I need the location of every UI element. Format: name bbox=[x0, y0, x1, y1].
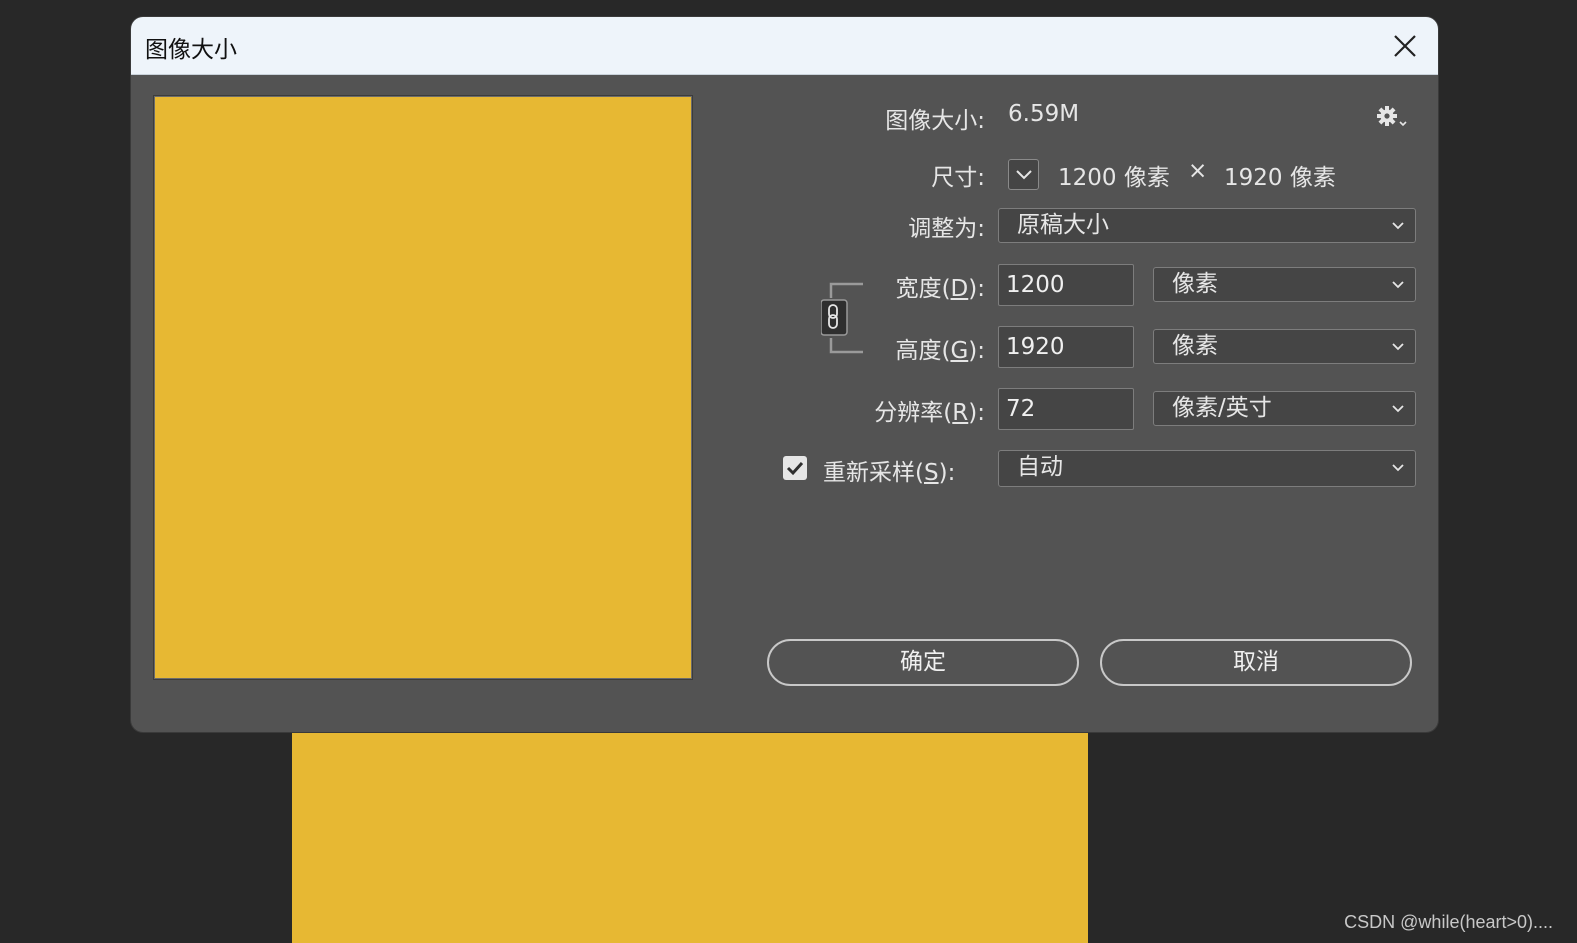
dialog-title: 图像大小 bbox=[145, 37, 237, 63]
resolution-label: 分辨率(R): bbox=[874, 400, 985, 426]
watermark: CSDN @while(heart>0).... bbox=[1344, 912, 1553, 932]
fit-to-label: 调整为: bbox=[908, 216, 985, 242]
dimensions-height: 1920 像素 bbox=[1224, 165, 1336, 191]
settings-gear-button[interactable] bbox=[1375, 103, 1407, 131]
constrain-proportions-link[interactable] bbox=[821, 282, 863, 354]
dialog-titlebar: 图像大小 bbox=[131, 17, 1438, 75]
fit-to-select[interactable]: 原稿大小 bbox=[998, 208, 1416, 243]
resample-method-select[interactable]: 自动 bbox=[998, 450, 1416, 487]
resolution-unit-value: 像素/英寸 bbox=[1172, 395, 1272, 421]
height-label: 高度(G): bbox=[895, 338, 985, 364]
gear-icon bbox=[1377, 106, 1407, 127]
height-unit-select[interactable]: 像素 bbox=[1153, 329, 1416, 364]
dimensions-width: 1200 像素 bbox=[1058, 165, 1170, 191]
dimensions-label: 尺寸: bbox=[931, 165, 985, 191]
chevron-down-icon bbox=[1392, 464, 1404, 472]
chevron-down-icon bbox=[1392, 281, 1404, 289]
resolution-unit-select[interactable]: 像素/英寸 bbox=[1153, 391, 1416, 426]
fit-to-value: 原稿大小 bbox=[1017, 212, 1109, 238]
ok-button[interactable]: 确定 bbox=[767, 639, 1079, 686]
chevron-down-icon bbox=[1392, 222, 1404, 230]
width-input[interactable]: 1200 bbox=[998, 264, 1134, 306]
close-icon bbox=[1394, 34, 1416, 57]
width-unit-value: 像素 bbox=[1172, 271, 1218, 297]
height-unit-value: 像素 bbox=[1172, 333, 1218, 359]
chevron-down-icon bbox=[1392, 343, 1404, 351]
chevron-down-icon bbox=[1392, 405, 1404, 413]
image-size-label: 图像大小: bbox=[885, 108, 985, 134]
image-size-dialog: 图像大小 图像大小: 6.59M 尺寸: 1200 像素 × 1920 像素 调… bbox=[131, 17, 1438, 732]
image-size-value: 6.59M bbox=[1008, 101, 1080, 127]
close-button[interactable] bbox=[1372, 17, 1438, 74]
resample-method-value: 自动 bbox=[1017, 454, 1063, 480]
width-unit-select[interactable]: 像素 bbox=[1153, 267, 1416, 302]
resample-checkbox[interactable] bbox=[783, 456, 807, 480]
resample-label: 重新采样(S): bbox=[823, 460, 956, 486]
resolution-input[interactable]: 72 bbox=[998, 388, 1134, 430]
dimensions-times: × bbox=[1188, 158, 1208, 184]
image-preview[interactable] bbox=[153, 95, 693, 680]
chevron-down-icon bbox=[1015, 169, 1032, 179]
checkmark-icon bbox=[786, 461, 804, 476]
width-label: 宽度(D): bbox=[895, 276, 985, 302]
height-input[interactable]: 1920 bbox=[998, 326, 1134, 368]
cancel-button[interactable]: 取消 bbox=[1100, 639, 1412, 686]
dimensions-unit-toggle[interactable] bbox=[1008, 159, 1039, 190]
